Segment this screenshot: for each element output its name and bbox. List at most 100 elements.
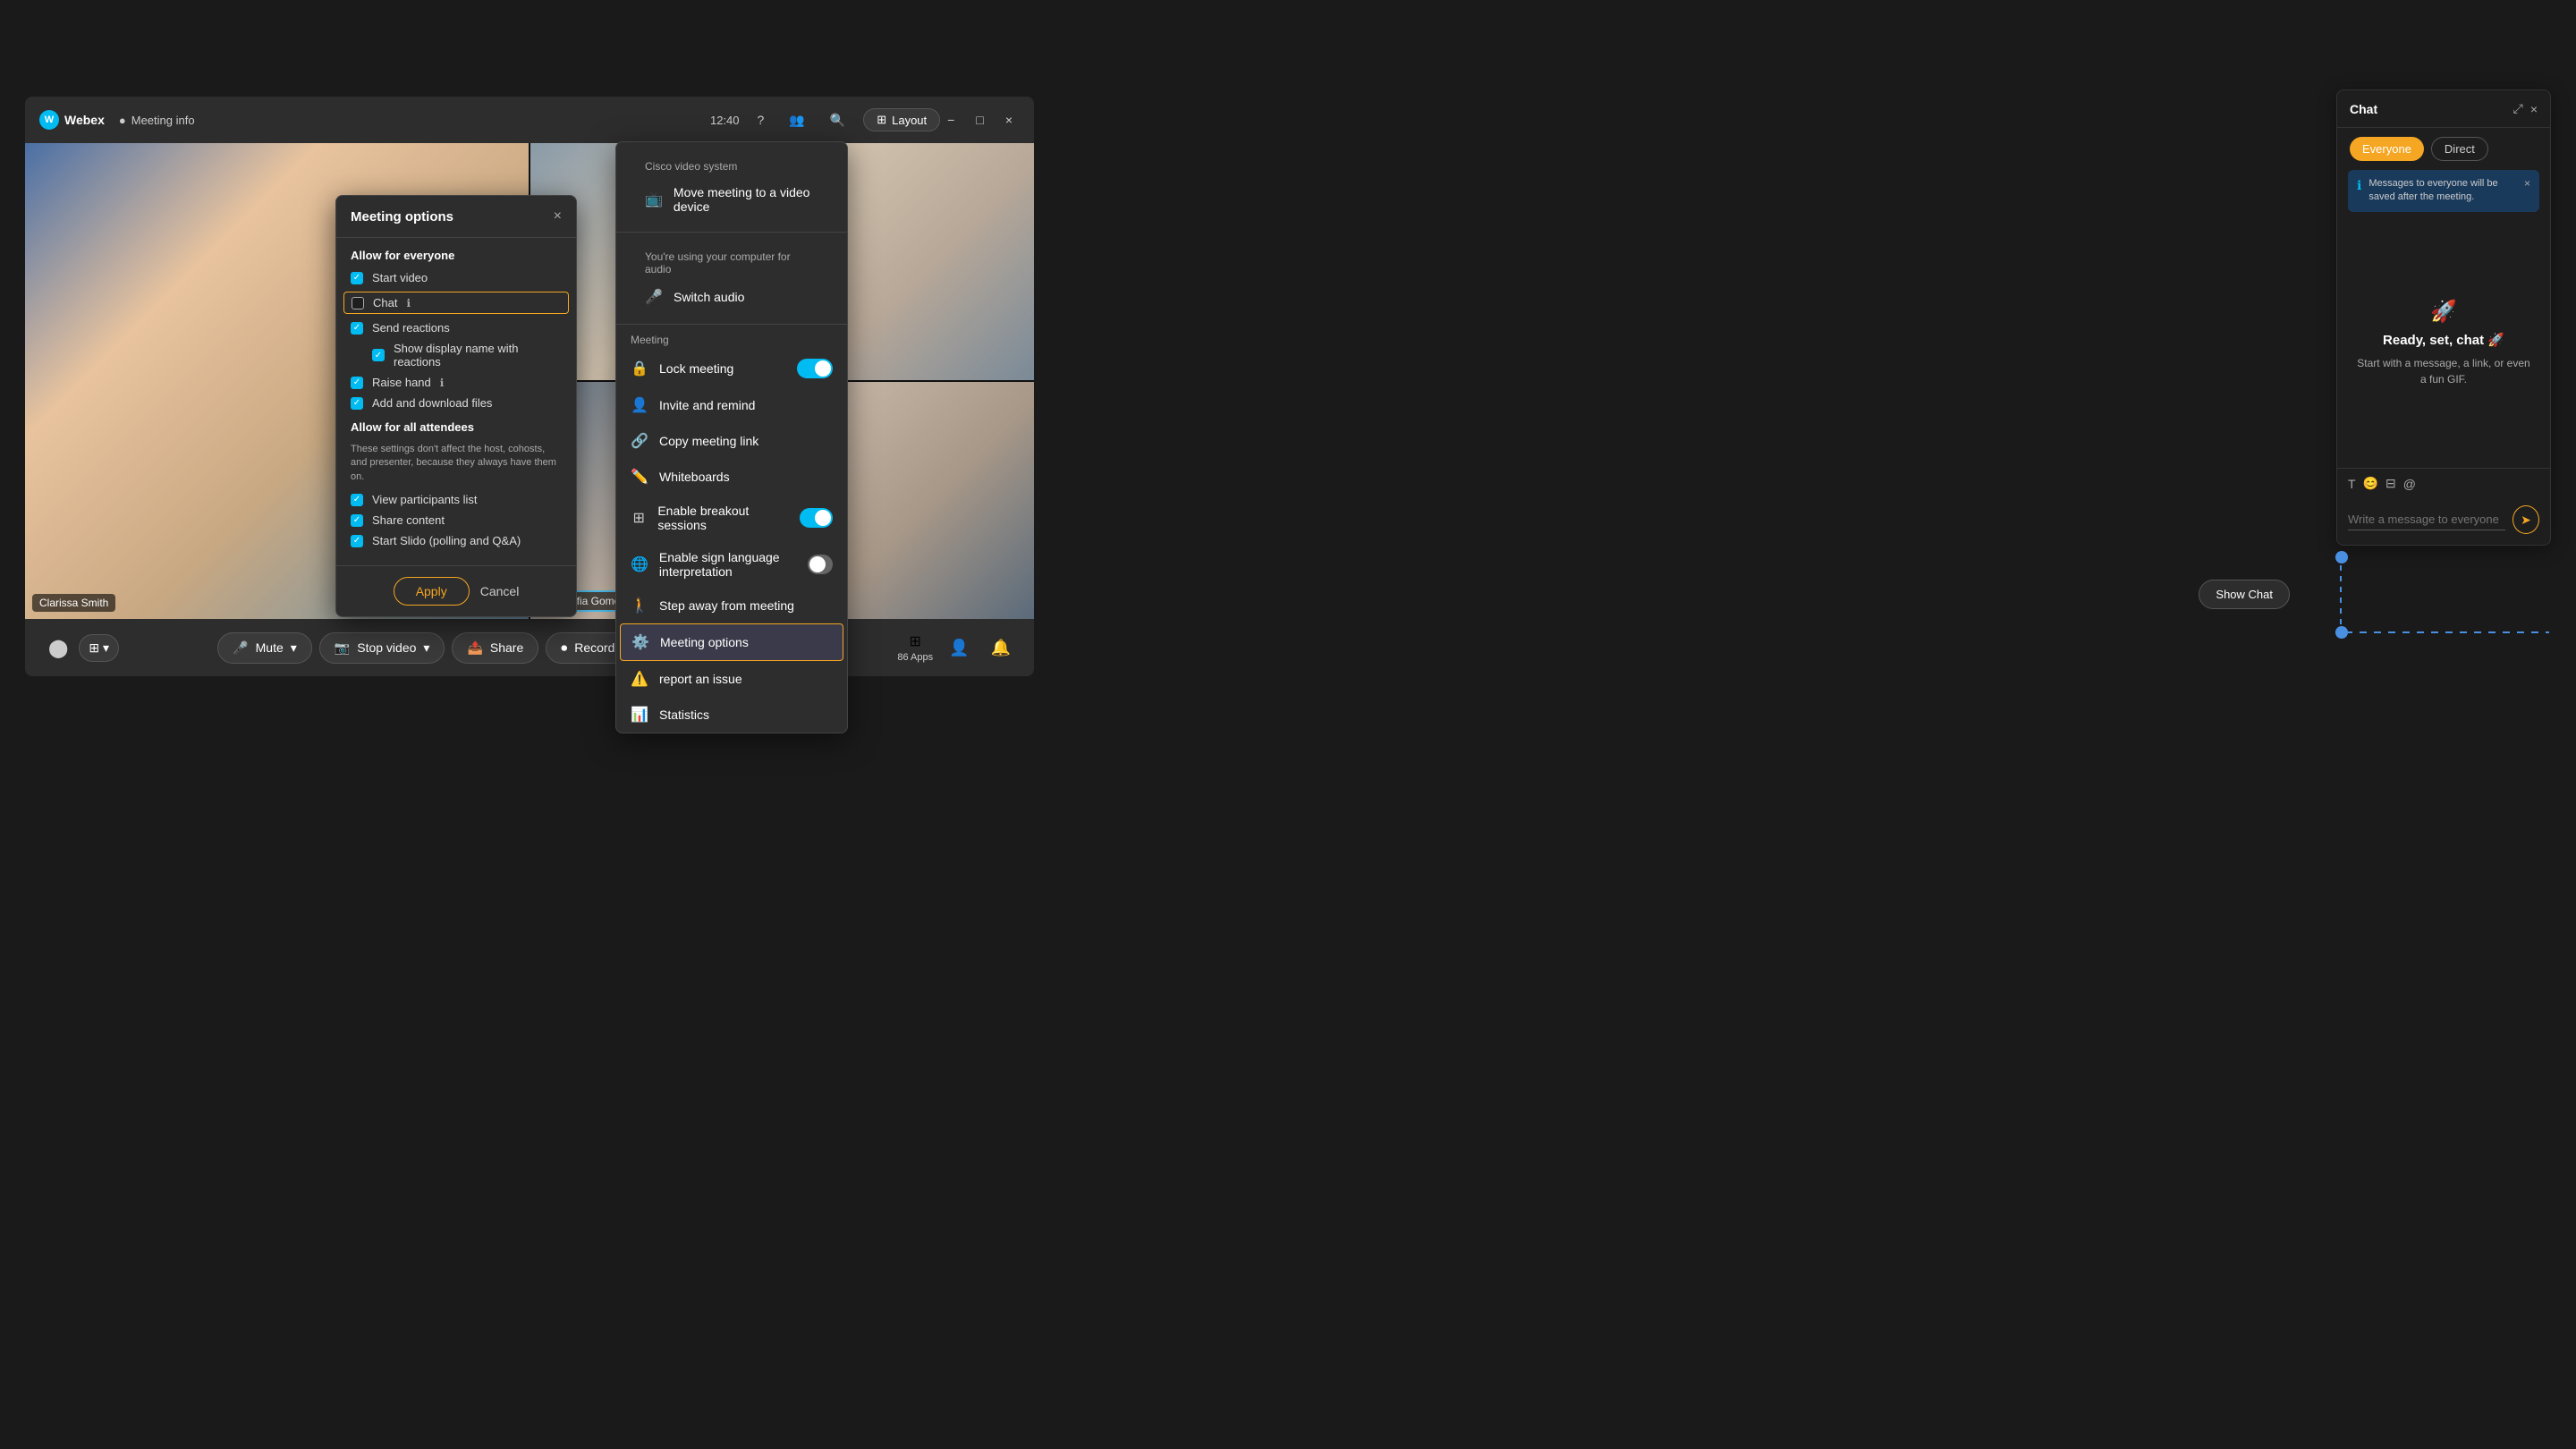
- stop-video-button[interactable]: 📷 Stop video ▾: [319, 632, 445, 664]
- whiteboards-item[interactable]: ✏️ Whiteboards: [616, 459, 847, 495]
- participants-icon[interactable]: 👥: [782, 109, 811, 131]
- start-slido-label: Start Slido (polling and Q&A): [372, 534, 521, 547]
- share-content-checkbox[interactable]: ✓: [351, 514, 363, 527]
- chat-info-icon: ℹ: [406, 297, 411, 309]
- chat-panel: Chat ⤢ × Everyone Direct ℹ Messages to e…: [2336, 89, 2551, 546]
- chat-checkbox[interactable]: [352, 297, 364, 309]
- apps-icon: ⊞: [910, 632, 921, 650]
- raise-hand-checkbox[interactable]: ✓: [351, 377, 363, 389]
- breakout-toggle[interactable]: [800, 508, 833, 528]
- chat-body: 🚀 Ready, set, chat 🚀 Start with a messag…: [2337, 219, 2550, 468]
- sign-language-item[interactable]: 🌐 Enable sign language interpretation: [616, 541, 847, 588]
- vertical-dashed-line: [2340, 555, 2342, 626]
- mute-button[interactable]: 🎤 Mute ▾: [217, 632, 312, 664]
- layout-button[interactable]: ⊞ Layout: [863, 108, 940, 131]
- sign-language-label: Enable sign language interpretation: [659, 550, 797, 579]
- everyone-tab[interactable]: Everyone: [2350, 137, 2424, 161]
- switch-audio-item[interactable]: 🎤 Switch audio: [631, 279, 833, 315]
- view-participants-checkbox[interactable]: ✓: [351, 494, 363, 506]
- share-icon: 📤: [467, 640, 482, 656]
- statistics-item[interactable]: 📊 Statistics: [616, 697, 847, 733]
- emoji-button[interactable]: 😊: [2363, 476, 2378, 491]
- invite-icon: 👤: [631, 396, 648, 414]
- chat-send-button[interactable]: ➤: [2512, 505, 2539, 534]
- copy-link-label: Copy meeting link: [659, 434, 758, 448]
- audio-section-label: You're using your computer for audio: [631, 242, 833, 279]
- add-files-item[interactable]: ✓ Add and download files: [351, 396, 562, 410]
- allow-everyone-title: Allow for everyone: [351, 249, 562, 262]
- cancel-button[interactable]: Cancel: [480, 584, 520, 598]
- chat-popout-button[interactable]: ⤢: [2513, 101, 2523, 116]
- attendees-desc: These settings don't affect the host, co…: [351, 443, 562, 484]
- minimize-button[interactable]: −: [940, 109, 962, 131]
- sign-language-toggle-knob: [809, 556, 826, 572]
- participant-label-clarissa: Clarissa Smith: [32, 594, 115, 612]
- move-meeting-item[interactable]: 📺 Move meeting to a video device: [631, 176, 833, 223]
- share-content-item[interactable]: ✓ Share content: [351, 513, 562, 527]
- apply-button[interactable]: Apply: [394, 577, 470, 606]
- report-issue-item[interactable]: ⚠️ report an issue: [616, 661, 847, 697]
- share-button[interactable]: 📤 Share: [452, 632, 538, 664]
- sign-language-toggle[interactable]: [808, 555, 833, 574]
- lock-meeting-item[interactable]: 🔒 Lock meeting: [616, 350, 847, 387]
- clarissa-name: Clarissa Smith: [39, 597, 108, 609]
- meeting-options-item[interactable]: ⚙️ Meeting options: [620, 623, 843, 661]
- raise-hand-item[interactable]: ✓ Raise hand ℹ: [351, 376, 562, 389]
- gif-button[interactable]: ⊟: [2385, 476, 2396, 491]
- invite-remind-label: Invite and remind: [659, 398, 755, 412]
- layout-label: Layout: [892, 114, 927, 127]
- stop-video-label: Stop video: [357, 640, 416, 655]
- show-display-name-label: Show display name with reactions: [394, 342, 562, 369]
- add-files-checkbox[interactable]: ✓: [351, 397, 363, 410]
- mic-icon: 🎤: [645, 288, 663, 306]
- breakout-item[interactable]: ⊞ Enable breakout sessions: [616, 495, 847, 541]
- chat-label: Chat: [373, 296, 397, 309]
- direct-tab[interactable]: Direct: [2431, 137, 2488, 161]
- close-button[interactable]: ×: [998, 109, 1020, 131]
- video-icon: 📷: [335, 640, 350, 656]
- start-video-checkbox[interactable]: ✓: [351, 272, 363, 284]
- connector-dot-bottom: [2335, 626, 2348, 639]
- chat-input[interactable]: [2348, 509, 2505, 530]
- search-icon[interactable]: 🔍: [823, 109, 852, 131]
- chat-title: Chat: [2350, 102, 2377, 116]
- chat-close-button[interactable]: ×: [2530, 102, 2538, 116]
- webex-logo-icon: W: [39, 110, 59, 130]
- send-reactions-checkbox[interactable]: ✓: [351, 322, 363, 335]
- meeting-info[interactable]: ● Meeting info: [119, 114, 195, 127]
- show-display-name-checkbox[interactable]: ✓: [372, 349, 385, 361]
- show-display-name-item[interactable]: ✓ Show display name with reactions: [372, 342, 562, 369]
- text-format-button[interactable]: T: [2348, 477, 2356, 491]
- notifications-button[interactable]: 🔔: [986, 633, 1016, 663]
- switch-audio-label: Switch audio: [674, 290, 744, 304]
- layout-view-button[interactable]: ⊞ ▾: [79, 634, 119, 662]
- notice-close-button[interactable]: ×: [2524, 177, 2530, 190]
- lock-icon: 🔒: [631, 360, 648, 377]
- chat-input-area: ➤: [2337, 498, 2550, 545]
- copy-link-item[interactable]: 🔗 Copy meeting link: [616, 423, 847, 459]
- check-icon: ✓: [353, 515, 360, 525]
- show-chat-button[interactable]: Show Chat: [2199, 580, 2290, 609]
- view-participants-item[interactable]: ✓ View participants list: [351, 493, 562, 506]
- send-reactions-item[interactable]: ✓ Send reactions: [351, 321, 562, 335]
- check-icon: ✓: [375, 351, 382, 360]
- apps-group[interactable]: ⊞ 86 Apps: [897, 632, 933, 663]
- meeting-options-label: Meeting options: [660, 635, 749, 649]
- home-button[interactable]: ⬤: [43, 631, 73, 665]
- chat-header: Chat ⤢ ×: [2337, 90, 2550, 128]
- lock-toggle[interactable]: [797, 359, 833, 378]
- title-bar: W Webex ● Meeting info 12:40 ? 👥 🔍 ⊞ Lay…: [25, 97, 1034, 143]
- chat-header-actions: ⤢ ×: [2513, 101, 2538, 116]
- invite-remind-item[interactable]: 👤 Invite and remind: [616, 387, 847, 423]
- mention-button[interactable]: @: [2403, 477, 2416, 491]
- modal-close-button[interactable]: ×: [554, 208, 562, 225]
- start-slido-checkbox[interactable]: ✓: [351, 535, 363, 547]
- start-video-item[interactable]: ✓ Start video: [351, 271, 562, 284]
- start-slido-item[interactable]: ✓ Start Slido (polling and Q&A): [351, 534, 562, 547]
- help-button[interactable]: ?: [750, 109, 772, 131]
- step-away-item[interactable]: 🚶 Step away from meeting: [616, 588, 847, 623]
- maximize-button[interactable]: □: [969, 109, 990, 131]
- participants-button[interactable]: 👤: [944, 633, 974, 663]
- send-icon: ➤: [2521, 513, 2531, 528]
- chat-item[interactable]: Chat ℹ: [343, 292, 569, 314]
